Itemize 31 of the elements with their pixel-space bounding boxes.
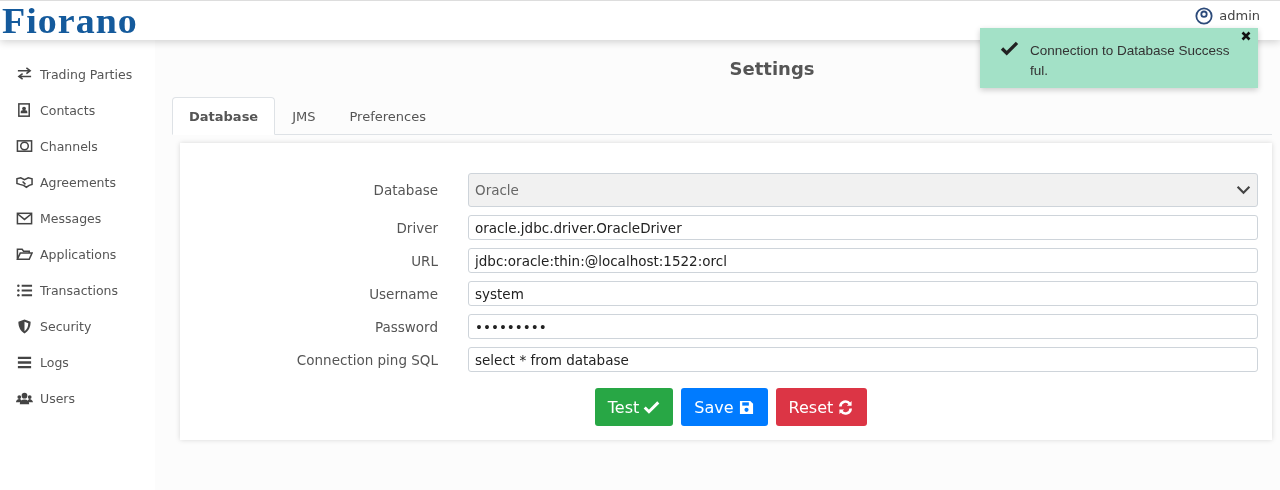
sidebar-item[interactable]: Logs [0,344,155,380]
page-title: Settings [729,58,815,81]
input-field[interactable]: ••••••••• [468,314,1258,339]
tab[interactable]: JMS [275,97,333,134]
input-field[interactable]: system [468,281,1258,306]
sidebar-item[interactable]: Applications [0,236,155,272]
sidebar-item[interactable]: Transactions [0,272,155,308]
tab[interactable]: Database [172,97,276,135]
logo: Fiorano [2,3,138,38]
sidebar-item[interactable]: Agreements [0,164,155,200]
input-field[interactable]: jdbc:oracle:thin:@localhost:1522:orcl [468,248,1258,273]
dropdown[interactable]: Oracle [468,173,1258,207]
field-label: Connection ping SQL [295,351,438,368]
button[interactable]: Reset [775,388,868,426]
field-label: Username [368,285,438,302]
field-label: Driver [395,219,438,236]
input-field[interactable]: oracle.jdbc.driver.OracleDriver [468,215,1258,240]
sidebar-item[interactable]: Channels [0,128,155,164]
tab[interactable]: Preferences [332,97,443,134]
sidebar-item[interactable]: Security [0,308,155,344]
input-field[interactable]: select * from database [468,347,1258,372]
field-label: Database [372,182,438,198]
field-label: Password [373,318,438,335]
field-label: URL [410,252,438,269]
toast-message: Connection to Database Success ful. [1030,42,1231,80]
sidebar-item[interactable]: Users [0,380,155,416]
sidebar-item[interactable]: Trading Parties [0,56,155,92]
user-name[interactable]: admin [1219,8,1260,23]
sidebar-item[interactable]: Messages [0,200,155,236]
button[interactable]: Save [681,388,768,426]
sidebar-item[interactable]: Contacts [0,92,155,128]
